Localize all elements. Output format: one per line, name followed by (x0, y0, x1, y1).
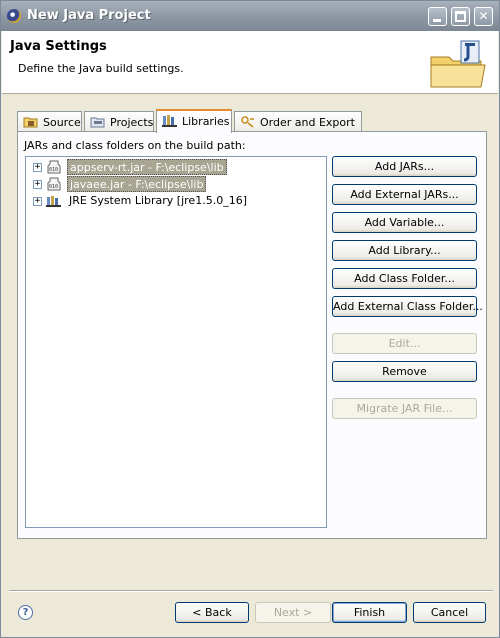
jar-icon: 010 (47, 177, 61, 191)
remove-button[interactable]: Remove (332, 361, 477, 382)
back-button[interactable]: < Back (175, 602, 249, 623)
library-entry-label: appserv-rt.jar - F:\eclipse\lib (67, 159, 227, 175)
expand-icon[interactable]: + (33, 197, 42, 206)
eclipse-icon (7, 9, 21, 23)
footer-separator (9, 590, 493, 592)
add-class-folder-button[interactable]: Add Class Folder... (332, 268, 477, 289)
next-button[interactable]: Next > (255, 602, 331, 623)
tab-order-and-export[interactable]: Order and Export (234, 111, 362, 132)
expand-icon[interactable]: + (33, 180, 42, 189)
maximize-button[interactable] (451, 7, 470, 26)
tab-libraries-label: Libraries (182, 115, 230, 128)
edit-button[interactable]: Edit... (332, 333, 477, 354)
tree-item[interactable]: + JRE System Library [jre1.5.0_16] (31, 193, 321, 209)
minimize-icon (433, 19, 441, 22)
tab-order-label: Order and Export (260, 116, 355, 129)
svg-text:010: 010 (49, 167, 58, 173)
wizard-header: Java Settings Define the Java build sett… (2, 31, 498, 94)
libraries-panel: JARs and class folders on the build path… (17, 131, 487, 539)
add-external-class-folder-button[interactable]: Add External Class Folder... (332, 296, 483, 317)
maximize-icon (455, 11, 466, 22)
add-variable-button[interactable]: Add Variable... (332, 212, 477, 233)
migrate-jar-button[interactable]: Migrate JAR File... (332, 398, 477, 419)
page-title: Java Settings (10, 39, 107, 54)
svg-text:010: 010 (49, 184, 58, 190)
build-path-tabs: Source Projects Libraries Order and Expo… (17, 109, 487, 133)
add-external-jars-button[interactable]: Add External JARs... (332, 184, 477, 205)
finish-button[interactable]: Finish (332, 602, 407, 623)
source-folder-icon (23, 117, 38, 128)
tab-libraries[interactable]: Libraries (156, 109, 232, 133)
java-project-wizard-icon (430, 40, 486, 88)
add-library-button[interactable]: Add Library... (332, 240, 477, 261)
jar-icon: 010 (47, 160, 61, 174)
add-jars-button[interactable]: Add JARs... (332, 156, 477, 177)
tab-projects-label: Projects (110, 116, 154, 129)
close-button[interactable]: ✕ (474, 7, 493, 26)
cancel-button[interactable]: Cancel (413, 602, 486, 623)
tree-item[interactable]: + 010 javaee.jar - F:\eclipse\lib (31, 176, 321, 192)
title-bar[interactable]: New Java Project ✕ (1, 1, 499, 31)
build-path-label: JARs and class folders on the build path… (24, 139, 246, 152)
help-icon[interactable]: ? (18, 605, 33, 620)
libraries-icon (162, 115, 177, 127)
tab-source-label: Source (43, 116, 81, 129)
projects-icon (90, 117, 105, 128)
close-icon: ✕ (478, 9, 489, 23)
window-title: New Java Project (27, 8, 151, 23)
tab-source[interactable]: Source (17, 111, 82, 132)
library-entry-label: javaee.jar - F:\eclipse\lib (67, 176, 207, 192)
tab-projects[interactable]: Projects (84, 111, 154, 132)
library-icon (46, 196, 61, 207)
order-export-icon (241, 116, 254, 128)
library-entry-label: JRE System Library [jre1.5.0_16] (69, 194, 247, 207)
new-java-project-dialog: New Java Project ✕ Java Settings Define … (0, 0, 500, 638)
page-description: Define the Java build settings. (18, 62, 184, 75)
expand-icon[interactable]: + (33, 163, 42, 172)
build-path-tree[interactable]: + 010 appserv-rt.jar - F:\eclipse\lib + … (25, 156, 327, 528)
minimize-button[interactable] (428, 7, 447, 26)
tree-item[interactable]: + 010 appserv-rt.jar - F:\eclipse\lib (31, 159, 321, 175)
